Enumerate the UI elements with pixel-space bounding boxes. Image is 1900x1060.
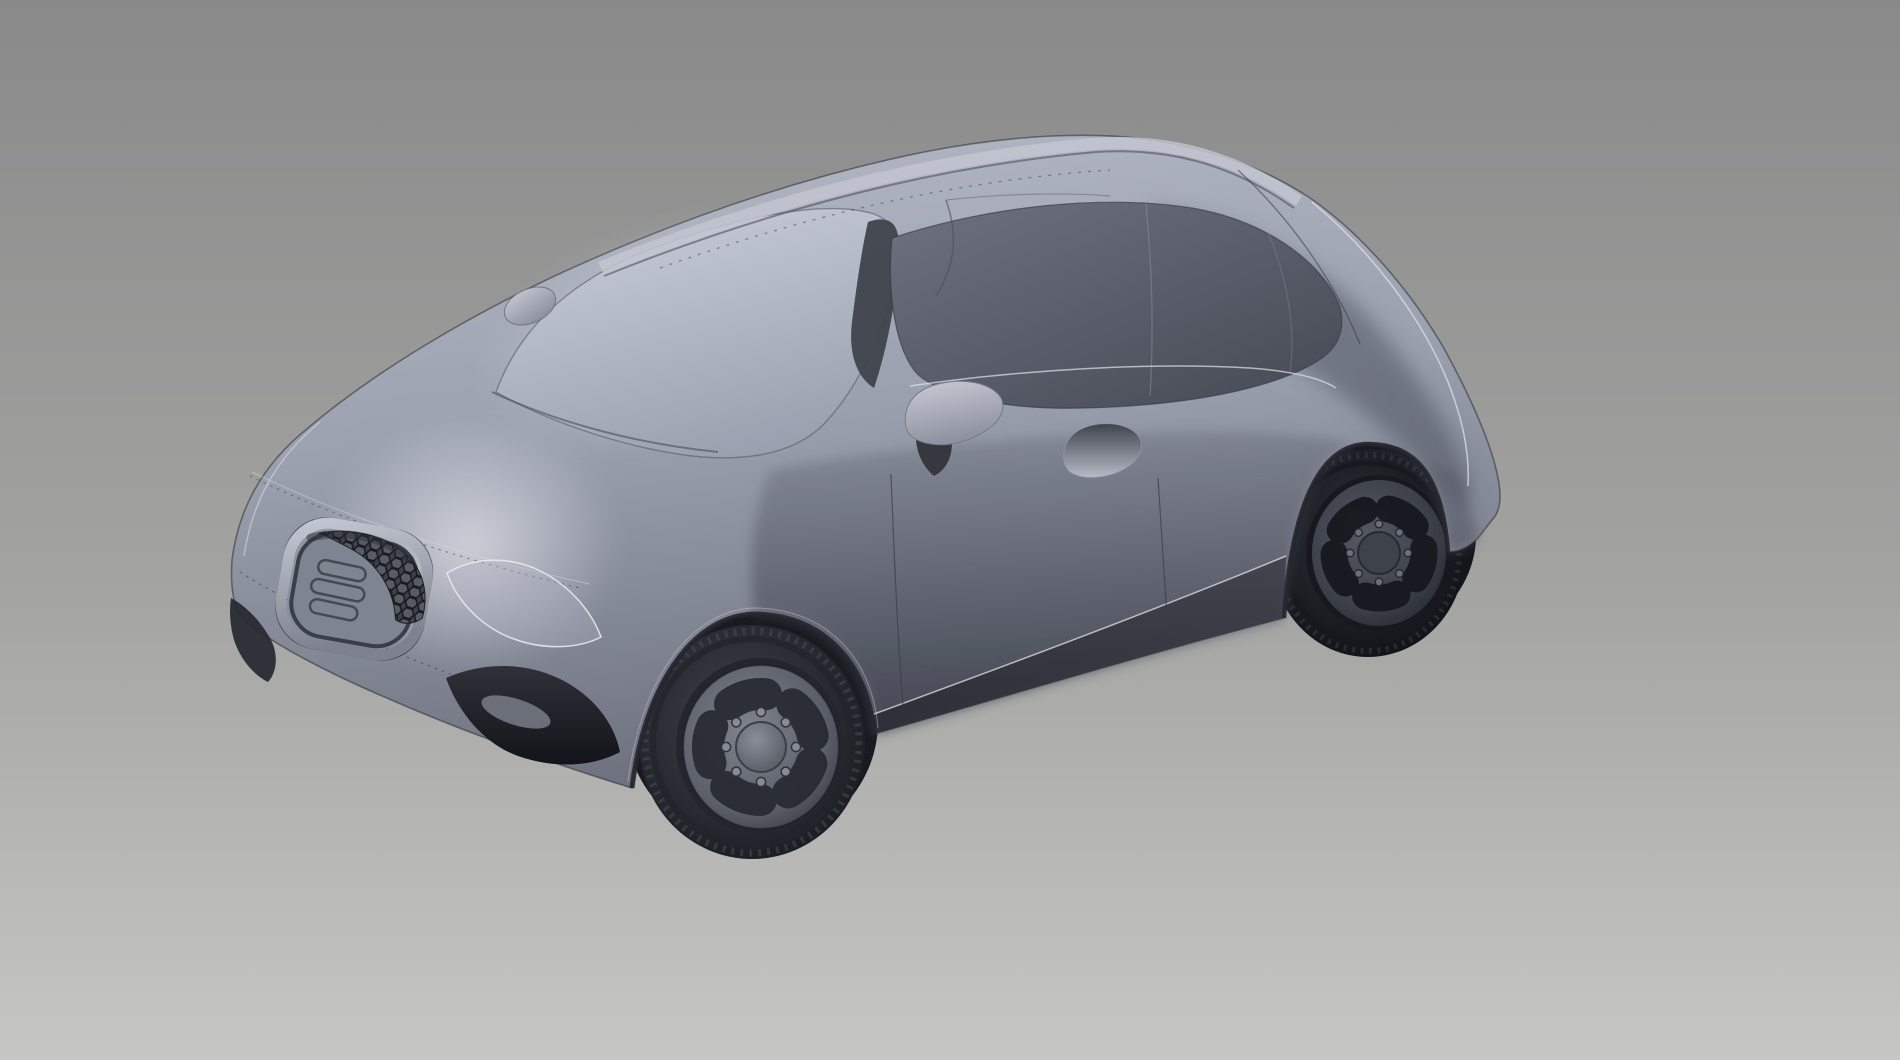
front-center-cap: [736, 722, 786, 772]
front-grille: [270, 512, 438, 666]
rear-center-cap: [1358, 532, 1400, 574]
render-canvas: [0, 0, 1900, 1060]
cad-viewport[interactable]: [0, 0, 1900, 1060]
